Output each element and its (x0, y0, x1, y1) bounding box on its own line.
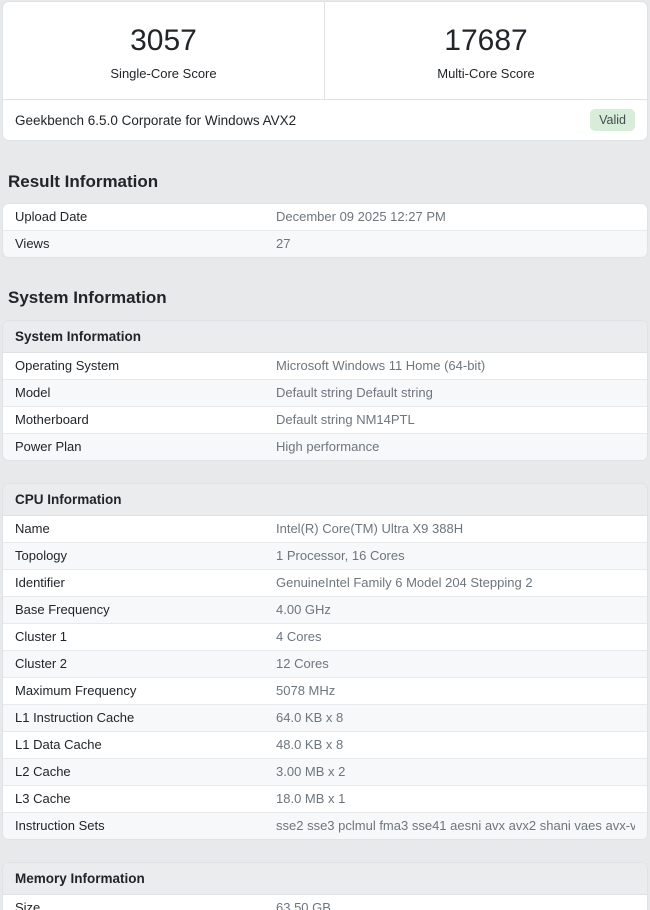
table-row: Base Frequency 4.00 GHz (3, 595, 647, 623)
memory-info-rows: Size 63.50 GB (3, 894, 647, 910)
row-value: Microsoft Windows 11 Home (64-bit) (276, 358, 486, 373)
table-row: Motherboard Default string NM14PTL (3, 405, 647, 433)
row-value: 48.0 KB x 8 (276, 737, 344, 752)
row-label: Upload Date (15, 209, 88, 225)
row-label: Cluster 1 (15, 628, 68, 644)
multi-core-score: 17687 Multi-Core Score (325, 2, 647, 99)
table-row: Name Intel(R) Core(TM) Ultra X9 388H (3, 515, 647, 542)
multi-core-score-label: Multi-Core Score (437, 66, 535, 81)
row-value: Intel(R) Core(TM) Ultra X9 388H (276, 521, 464, 536)
result-information-table: Upload Date December 09 2025 12:27 PM View… (2, 203, 648, 259)
single-core-score-value: 3057 (130, 24, 197, 57)
benchmark-footer: Geekbench 6.5.0 Corporate for Windows AV… (3, 99, 647, 140)
result-information-heading: Result Information (8, 172, 159, 191)
cpu-info-table: CPU Information Name Intel(R) Core(TM) Ul… (2, 482, 648, 840)
valid-status-badge: Valid (590, 108, 635, 132)
table-row: Maximum Frequency 5078 MHz (3, 676, 647, 704)
row-value: 5078 MHz (276, 683, 336, 698)
row-value: December 09 2025 12:27 PM (276, 210, 446, 225)
row-label: Views (15, 236, 50, 252)
score-row: 3057 Single-Core Score 17687 Multi-Core … (3, 2, 647, 99)
table-row: Model Default string Default string (3, 378, 647, 406)
row-label: Topology (15, 547, 68, 563)
row-label: Instruction Sets (15, 817, 105, 833)
row-value: 27 (276, 237, 291, 252)
cpu-info-rows: Name Intel(R) Core(TM) Ultra X9 388H Topol… (3, 515, 647, 839)
row-label: Power Plan (15, 438, 82, 454)
row-value: sse2 sse3 pclmul fma3 sse41 aesni avx av… (276, 818, 635, 833)
row-value: 3.00 MB x 2 (276, 764, 346, 779)
row-label: Model (15, 384, 51, 400)
system-info-table-header: System Information (3, 320, 647, 353)
row-value: 63.50 GB (276, 900, 331, 910)
table-row: Operating System Microsoft Windows 11 Hom… (3, 352, 647, 379)
single-core-score-label: Single-Core Score (110, 66, 217, 81)
row-value: 4 Cores (276, 629, 322, 644)
row-label: L1 Instruction Cache (15, 709, 135, 725)
row-label: Operating System (15, 357, 120, 373)
row-label: Cluster 2 (15, 655, 68, 671)
table-row: Topology 1 Processor, 16 Cores (3, 541, 647, 569)
table-row: Upload Date December 09 2025 12:27 PM (3, 204, 647, 231)
row-value: GenuineIntel Family 6 Model 204 Stepping… (276, 575, 533, 590)
row-value: 12 Cores (276, 656, 329, 671)
system-information-heading: System Information (8, 288, 167, 308)
system-info-rows: Operating System Microsoft Windows 11 Hom… (3, 352, 647, 460)
table-row: Cluster 2 12 Cores (3, 649, 647, 677)
table-row: Views 27 (3, 230, 647, 258)
row-value: 18.0 MB x 1 (276, 791, 346, 806)
table-row: Power Plan High performance (3, 432, 647, 460)
cpu-info-table-header: CPU Information (3, 483, 647, 516)
row-label: Name (15, 520, 50, 536)
table-row: Identifier GenuineIntel Family 6 Model 20… (3, 568, 647, 596)
memory-info-table: Memory Information Size 63.50 GB (2, 861, 648, 910)
result-information-rows: Upload Date December 09 2025 12:27 PM View… (3, 204, 647, 258)
row-value: Default string NM14PTL (276, 412, 415, 427)
table-row: L2 Cache 3.00 MB x 2 (3, 757, 647, 785)
table-row: Instruction Sets sse2 sse3 pclmul fma3 ss… (3, 811, 647, 839)
system-info-table: System Information Operating System Micro… (2, 319, 648, 461)
row-label: L2 Cache (15, 763, 71, 779)
row-value: 1 Processor, 16 Cores (276, 548, 405, 563)
single-core-score: 3057 Single-Core Score (3, 2, 325, 99)
row-label: Base Frequency (15, 601, 110, 617)
row-value: Default string Default string (276, 385, 433, 400)
table-row: Cluster 1 4 Cores (3, 622, 647, 650)
benchmark-title: Geekbench 6.5.0 Corporate for Windows AV… (15, 112, 297, 128)
score-card: 3057 Single-Core Score 17687 Multi-Core … (2, 1, 648, 141)
row-label: Motherboard (15, 411, 89, 427)
row-label: Maximum Frequency (15, 682, 137, 698)
multi-core-score-value: 17687 (444, 24, 528, 57)
row-label: L1 Data Cache (15, 736, 102, 752)
row-label: L3 Cache (15, 790, 71, 806)
row-value: 4.00 GHz (276, 602, 331, 617)
table-row: L3 Cache 18.0 MB x 1 (3, 784, 647, 812)
row-value: 64.0 KB x 8 (276, 710, 344, 725)
table-row: Size 63.50 GB (3, 894, 647, 910)
row-label: Size (15, 899, 41, 910)
table-row: L1 Instruction Cache 64.0 KB x 8 (3, 703, 647, 731)
row-label: Identifier (15, 574, 65, 590)
memory-info-table-header: Memory Information (3, 862, 647, 895)
table-row: L1 Data Cache 48.0 KB x 8 (3, 730, 647, 758)
row-value: High performance (276, 439, 380, 454)
